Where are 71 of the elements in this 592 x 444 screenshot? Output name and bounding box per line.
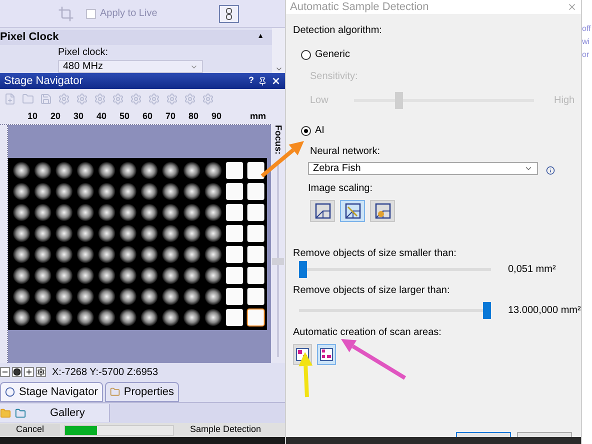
section-label: Detection algorithm: bbox=[293, 24, 383, 38]
background-text: off bbox=[582, 23, 592, 35]
radio-label: Generic bbox=[315, 48, 350, 62]
radio-label: AI bbox=[315, 124, 324, 138]
radio-button[interactable] bbox=[301, 50, 311, 60]
image-scaling-button[interactable] bbox=[340, 200, 365, 222]
ruler-label: 60 bbox=[141, 110, 154, 123]
help-button[interactable]: ? bbox=[248, 74, 254, 88]
image-scaling-button[interactable] bbox=[310, 200, 335, 222]
ruler-label: 20 bbox=[49, 110, 62, 123]
focus-label: Focus: bbox=[272, 125, 285, 154]
neural-network-label: Neural network: bbox=[310, 145, 382, 159]
ruler-label: 90 bbox=[210, 110, 222, 123]
max-size-reading: 13.000,000 mm² bbox=[508, 304, 581, 318]
scrollbar[interactable] bbox=[272, 28, 285, 73]
fit-view-icon[interactable] bbox=[36, 367, 46, 377]
multiple-areas-icon bbox=[320, 348, 333, 361]
low-label: Low bbox=[310, 94, 330, 108]
min-size-reading: 0,051 mm² bbox=[508, 263, 556, 277]
close-icon[interactable] bbox=[271, 76, 281, 86]
zoom-out-icon[interactable] bbox=[0, 367, 10, 377]
folder-icon bbox=[110, 387, 120, 397]
scan-area-button[interactable] bbox=[317, 344, 336, 365]
info-icon[interactable] bbox=[546, 166, 555, 175]
frame-icon bbox=[314, 203, 330, 219]
scroll-down-icon[interactable] bbox=[274, 65, 282, 73]
ruler-label: 10 bbox=[26, 110, 38, 123]
status-text: Sample Detection bbox=[190, 423, 262, 436]
chain-icon bbox=[226, 8, 232, 20]
pixel-clock-label: Pixel clock: bbox=[58, 47, 110, 59]
dialog-button[interactable] bbox=[456, 432, 511, 437]
slider-thumb[interactable] bbox=[298, 261, 307, 278]
min-size-label: Remove objects of size smaller than: bbox=[293, 247, 458, 261]
stage-coordinates: X:-7268 Y:-5700 Z:6953 bbox=[52, 366, 158, 380]
ruler-label: 50 bbox=[118, 110, 130, 123]
zoom-reset-icon[interactable] bbox=[12, 367, 22, 377]
pin-icon[interactable] bbox=[258, 76, 267, 86]
panel-tab[interactable]: Properties bbox=[104, 382, 180, 402]
cancel-button[interactable]: Cancel bbox=[0, 424, 60, 436]
panel-title: Stage Navigator bbox=[4, 74, 83, 89]
ruler-label: 70 bbox=[164, 110, 176, 123]
folder-icon bbox=[0, 408, 11, 418]
gallery-tab[interactable]: Gallery bbox=[0, 404, 110, 422]
link-button[interactable] bbox=[219, 4, 240, 22]
section-title: Pixel Clock bbox=[0, 30, 59, 46]
ruler-label: 40 bbox=[95, 110, 108, 123]
frame-ruler-icon bbox=[344, 203, 360, 219]
frame-hand-icon bbox=[374, 203, 390, 219]
high-label: High bbox=[554, 94, 575, 108]
dialog-title: Automatic Sample Detection bbox=[290, 0, 429, 15]
ruler-unit: mm bbox=[250, 110, 266, 123]
sensitivity-label: Sensitivity: bbox=[310, 70, 359, 84]
image-scaling-label: Image scaling: bbox=[308, 182, 374, 196]
max-size-label: Remove objects of size larger than: bbox=[293, 284, 451, 298]
background-text: wi bbox=[582, 36, 591, 48]
pixel-clock-dropdown[interactable]: 480 MHz bbox=[58, 60, 203, 73]
neural-network-dropdown[interactable]: Zebra Fish bbox=[308, 162, 538, 175]
target-icon bbox=[5, 387, 15, 397]
chevron-icon bbox=[524, 164, 533, 173]
zoom-in-icon[interactable] bbox=[24, 367, 34, 377]
image-scaling-button[interactable] bbox=[370, 200, 395, 222]
focus-slider-thumb[interactable] bbox=[272, 258, 284, 265]
slider-thumb[interactable] bbox=[483, 302, 492, 319]
scan-areas-label: Automatic creation of scan areas: bbox=[293, 326, 442, 340]
panel-tab[interactable]: Stage Navigator bbox=[0, 382, 103, 402]
background-text: or bbox=[582, 49, 590, 61]
ruler-label: 80 bbox=[187, 110, 200, 123]
gallery-icon bbox=[15, 408, 26, 418]
apply-to-live-label: Apply to Live bbox=[100, 7, 158, 21]
radio-button[interactable] bbox=[301, 126, 311, 136]
ruler-label: 30 bbox=[72, 110, 84, 123]
